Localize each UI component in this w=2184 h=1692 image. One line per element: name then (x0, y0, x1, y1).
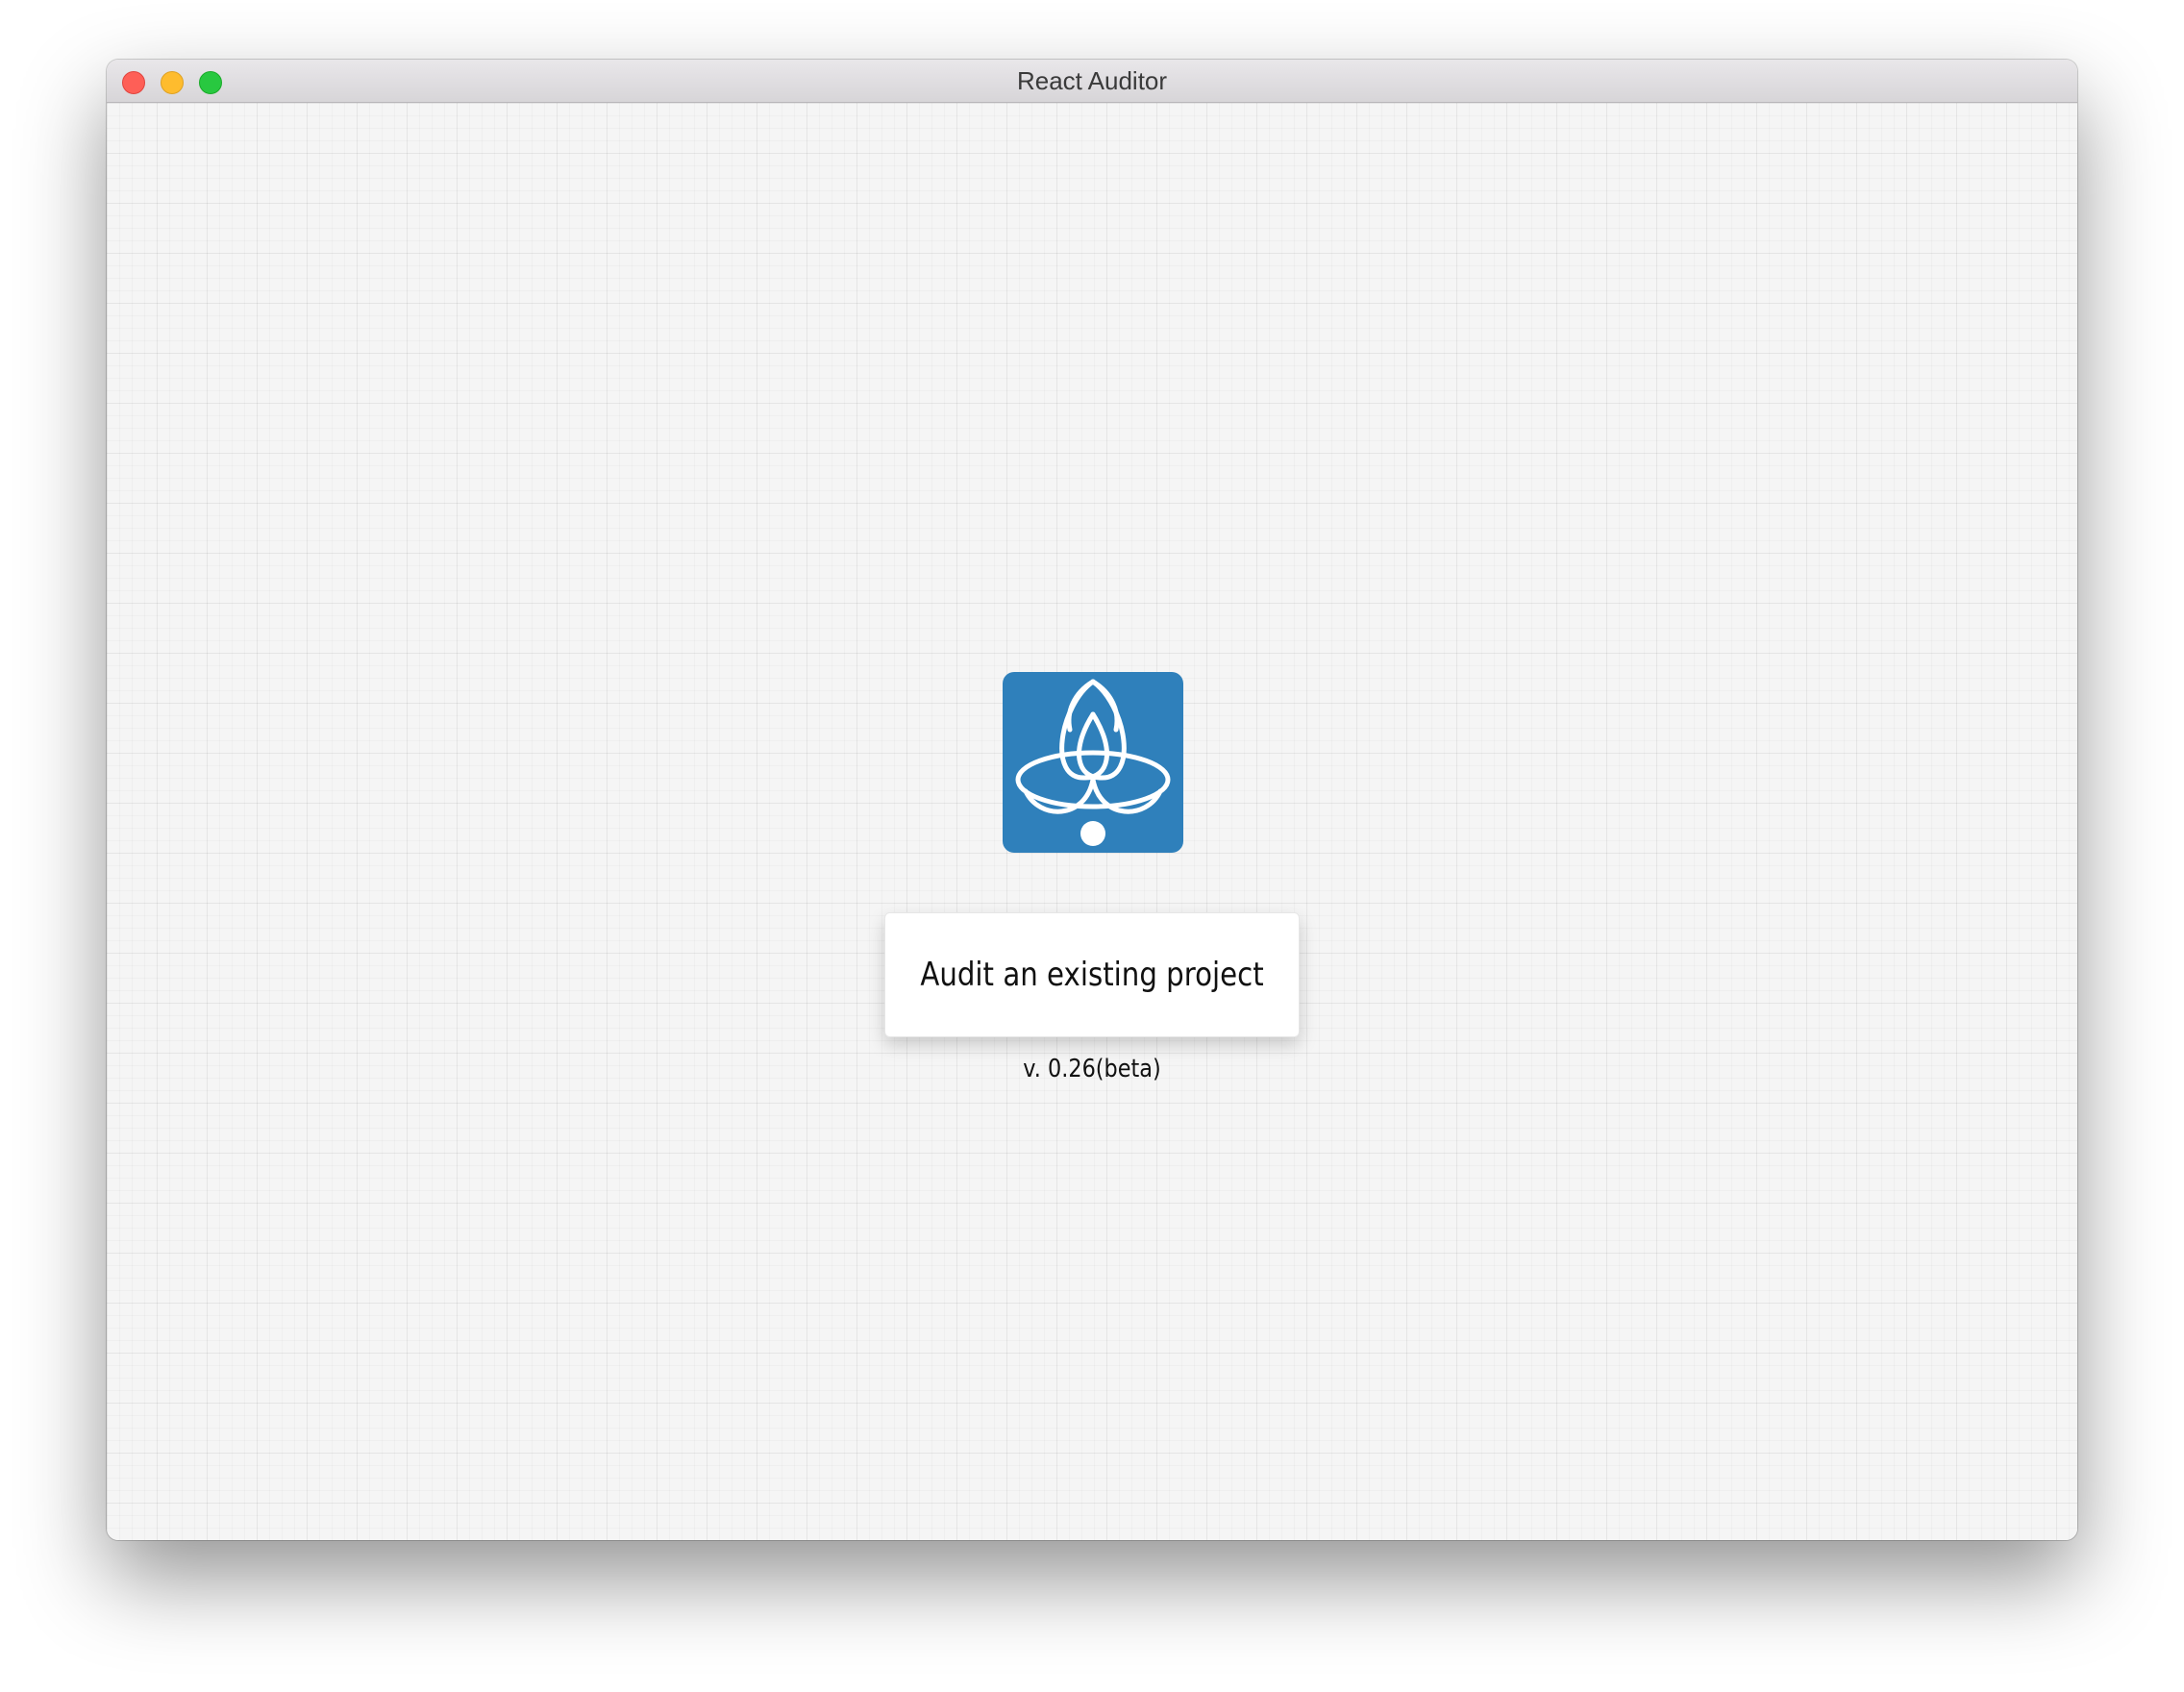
window-title: React Auditor (1016, 66, 1168, 95)
title-bar[interactable]: React Auditor (107, 60, 2077, 103)
audit-project-button[interactable]: Audit an existing project (884, 912, 1300, 1037)
trefoil-logo-icon (1015, 679, 1171, 846)
react-auditor-logo-icon (1003, 672, 1183, 853)
app-window: React Auditor Audit an existing project … (107, 60, 2077, 1540)
main-content: Audit an existing project v. 0.26(beta) (107, 103, 2077, 1540)
version-label: v. 0.26(beta) (1023, 1055, 1161, 1083)
